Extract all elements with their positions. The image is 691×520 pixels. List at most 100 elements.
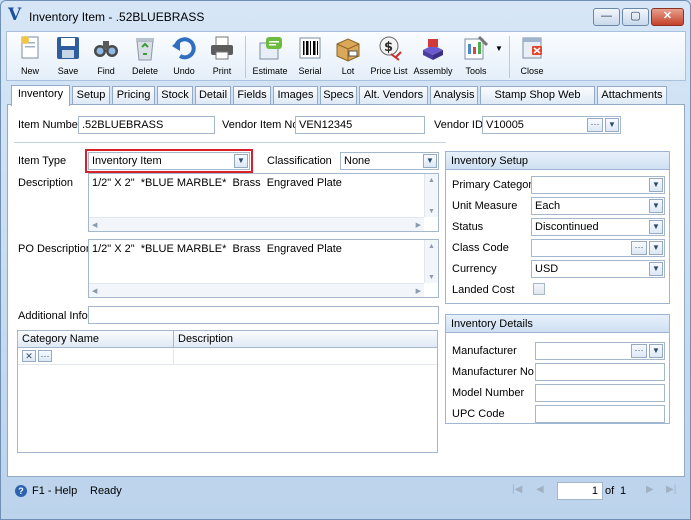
upc-code-label: UPC Code	[452, 408, 505, 420]
model-number-field[interactable]	[535, 384, 665, 402]
vendor-id-label: Vendor ID	[434, 119, 483, 131]
tab-detail[interactable]: Detail	[195, 86, 231, 105]
classification-select[interactable]: None ▼	[340, 152, 439, 170]
svg-text:$: $	[384, 40, 393, 55]
print-button[interactable]: Print	[203, 34, 241, 80]
po-description-textarea[interactable]: 1/2" X 2" *BLUE MARBLE* Brass Engraved P…	[88, 239, 439, 298]
upc-code-field[interactable]	[535, 405, 665, 423]
scroll-down-icon[interactable]: ▼	[428, 208, 435, 215]
next-page-icon[interactable]: ▶	[646, 484, 654, 495]
estimate-button[interactable]: Estimate	[249, 34, 291, 80]
status-text: Ready	[90, 485, 122, 497]
item-type-label: Item Type	[18, 155, 67, 167]
description-textarea[interactable]: 1/2" X 2" *BLUE MARBLE* Brass Engraved P…	[88, 173, 439, 232]
po-description-vertical-scrollbar[interactable]: ▲ ▼	[424, 240, 438, 283]
tab-stamp-shop-web-detail[interactable]: Stamp Shop Web Detail	[480, 86, 595, 118]
vendor-id-lookup-button[interactable]: ···	[587, 118, 603, 132]
manufacturer-no-field[interactable]	[535, 363, 665, 381]
scroll-right-icon[interactable]: ▶	[416, 221, 421, 229]
first-page-icon[interactable]: |◀	[512, 484, 522, 495]
scroll-down-icon[interactable]: ▼	[428, 274, 435, 281]
scroll-right-icon[interactable]: ▶	[416, 287, 421, 295]
landed-cost-label: Landed Cost	[452, 284, 515, 296]
chevron-down-icon[interactable]: ▼	[649, 178, 663, 192]
scroll-left-icon[interactable]: ◀	[92, 221, 97, 229]
clear-row-icon[interactable]: ✕	[22, 350, 36, 362]
close-button[interactable]: Close	[513, 34, 551, 80]
tab-inventory[interactable]: Inventory	[11, 85, 70, 106]
close-window-button[interactable]: ✕	[651, 8, 684, 26]
maximize-button[interactable]: ▢	[622, 8, 649, 26]
chevron-down-icon[interactable]: ▼	[649, 220, 663, 234]
price-list-button[interactable]: $ Price List	[367, 34, 411, 80]
new-button[interactable]: New	[11, 34, 49, 80]
item-type-select[interactable]: Inventory Item ▼	[88, 152, 250, 170]
undo-button[interactable]: Undo	[165, 34, 203, 80]
chevron-down-icon[interactable]: ▼	[649, 344, 663, 358]
tab-images[interactable]: Images	[273, 86, 318, 105]
class-code-field[interactable]: ··· ▼	[531, 239, 665, 257]
find-button[interactable]: Find	[87, 34, 125, 80]
chevron-down-icon[interactable]: ▼	[423, 154, 437, 168]
item-number-field[interactable]: .52BLUEBRASS	[78, 116, 215, 134]
manufacturer-field[interactable]: ··· ▼	[535, 342, 665, 360]
primary-category-select[interactable]: ▼	[531, 176, 665, 194]
new-label: New	[20, 66, 39, 76]
column-header-category-name[interactable]: Category Name	[18, 331, 174, 348]
undo-arrow-icon	[172, 37, 196, 60]
table-row[interactable]: ✕ ···	[18, 348, 437, 365]
tab-setup[interactable]: Setup	[72, 86, 110, 105]
tools-button[interactable]: ▼ Tools	[455, 34, 505, 80]
chevron-down-icon[interactable]: ▼	[234, 154, 248, 168]
tools-label: Tools	[465, 66, 487, 76]
column-header-description[interactable]: Description	[174, 331, 437, 348]
scroll-left-icon[interactable]: ◀	[92, 287, 97, 295]
additional-info-field[interactable]	[88, 306, 439, 324]
tab-fields[interactable]: Fields	[233, 86, 271, 105]
po-description-horizontal-scrollbar[interactable]: ◀ ▶	[89, 283, 424, 297]
page-number-input[interactable]: 1	[557, 482, 603, 500]
vendor-item-no-field[interactable]: VEN12345	[295, 116, 425, 134]
window-title: Inventory Item - .52BLUEBRASS	[29, 10, 205, 24]
unit-measure-select[interactable]: Each ▼	[531, 197, 665, 215]
tab-attachments[interactable]: Attachments	[597, 86, 667, 105]
primary-category-label: Primary Category	[452, 179, 538, 191]
landed-cost-checkbox[interactable]	[533, 283, 545, 295]
model-number-label: Model Number	[452, 387, 525, 399]
last-page-icon[interactable]: ▶|	[666, 484, 676, 495]
description-text: 1/2" X 2" *BLUE MARBLE* Brass Engraved P…	[92, 177, 342, 189]
chevron-down-icon[interactable]: ▼	[605, 118, 619, 132]
close-label: Close	[520, 66, 544, 76]
description-horizontal-scrollbar[interactable]: ◀ ▶	[89, 217, 424, 231]
description-vertical-scrollbar[interactable]: ▲ ▼	[424, 174, 438, 217]
category-lookup-button[interactable]: ···	[38, 350, 52, 362]
tools-dropdown-icon[interactable]: ▼	[495, 44, 503, 53]
tab-stock[interactable]: Stock	[157, 86, 193, 105]
minimize-button[interactable]: —	[593, 8, 620, 26]
tab-specs[interactable]: Specs	[320, 86, 357, 105]
vendor-id-field[interactable]: V10005 ··· ▼	[482, 116, 621, 134]
currency-select[interactable]: USD ▼	[531, 260, 665, 278]
status-value: Discontinued	[535, 221, 599, 233]
chevron-down-icon[interactable]: ▼	[649, 199, 663, 213]
save-button[interactable]: Save	[49, 34, 87, 80]
tab-pricing[interactable]: Pricing	[112, 86, 155, 105]
undo-label: Undo	[173, 66, 195, 76]
tab-alt-vendors[interactable]: Alt. Vendors	[359, 86, 428, 105]
tab-analysis[interactable]: Analysis	[430, 86, 478, 105]
toolbar-separator	[245, 36, 246, 78]
scroll-up-icon[interactable]: ▲	[428, 243, 435, 250]
status-select[interactable]: Discontinued ▼	[531, 218, 665, 236]
help-label[interactable]: F1 - Help	[32, 485, 77, 497]
manufacturer-lookup-button[interactable]: ···	[631, 344, 647, 358]
chevron-down-icon[interactable]: ▼	[649, 241, 663, 255]
previous-page-icon[interactable]: ◀	[536, 484, 544, 495]
chevron-down-icon[interactable]: ▼	[649, 262, 663, 276]
currency-value: USD	[535, 263, 559, 275]
class-code-lookup-button[interactable]: ···	[631, 241, 647, 255]
scroll-up-icon[interactable]: ▲	[428, 177, 435, 184]
lot-button[interactable]: Lot	[329, 34, 367, 80]
serial-button[interactable]: Serial	[291, 34, 329, 80]
help-icon[interactable]: ?	[15, 485, 27, 497]
delete-button[interactable]: Delete	[125, 34, 165, 80]
